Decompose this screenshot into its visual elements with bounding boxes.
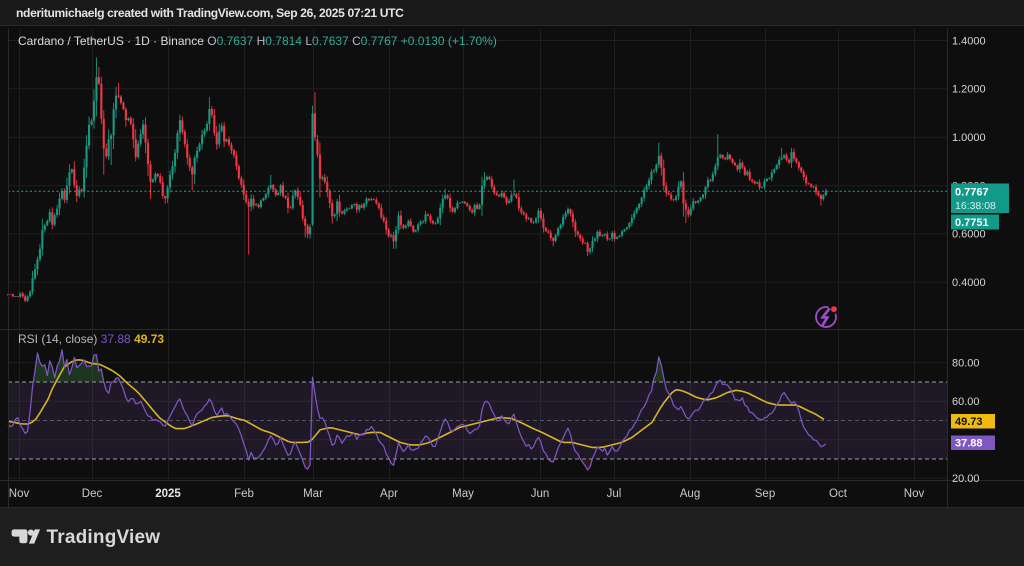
svg-text:Feb: Feb [234, 488, 254, 500]
svg-text:Jul: Jul [607, 488, 622, 500]
svg-text:60.00: 60.00 [952, 396, 980, 408]
svg-text:May: May [452, 488, 474, 500]
svg-text:0.6000: 0.6000 [952, 229, 986, 241]
svg-text:Nov: Nov [904, 488, 925, 500]
svg-text:2025: 2025 [155, 488, 181, 500]
svg-text:1.4000: 1.4000 [952, 35, 986, 47]
svg-text:Oct: Oct [829, 488, 848, 500]
svg-text:37.88: 37.88 [955, 438, 983, 450]
svg-text:1.0000: 1.0000 [952, 132, 986, 144]
svg-text:RSI (14, close) 37.88 49.73: RSI (14, close) 37.88 49.73 [18, 332, 164, 346]
svg-text:49.73: 49.73 [955, 416, 983, 428]
svg-text:TradingView: TradingView [47, 527, 161, 548]
svg-text:Sep: Sep [755, 488, 775, 500]
svg-text:20.00: 20.00 [952, 473, 980, 485]
svg-text:0.7751: 0.7751 [955, 217, 989, 229]
svg-text:80.00: 80.00 [952, 358, 980, 370]
svg-text:0.4000: 0.4000 [952, 277, 986, 289]
svg-text:Nov: Nov [9, 488, 30, 500]
svg-text:nderitumichaelg created with T: nderitumichaelg created with TradingView… [16, 6, 404, 20]
svg-text:16:38:08: 16:38:08 [955, 200, 996, 212]
svg-text:Mar: Mar [303, 488, 323, 500]
svg-text:Aug: Aug [680, 488, 700, 500]
svg-text:Apr: Apr [380, 488, 398, 500]
svg-text:Dec: Dec [82, 488, 103, 500]
svg-text:1.2000: 1.2000 [952, 84, 986, 96]
svg-text:Cardano / TetherUS · 1D · Bina: Cardano / TetherUS · 1D · Binance O0.763… [18, 34, 497, 48]
svg-text:Jun: Jun [531, 488, 550, 500]
svg-text:0.7767: 0.7767 [955, 187, 989, 199]
